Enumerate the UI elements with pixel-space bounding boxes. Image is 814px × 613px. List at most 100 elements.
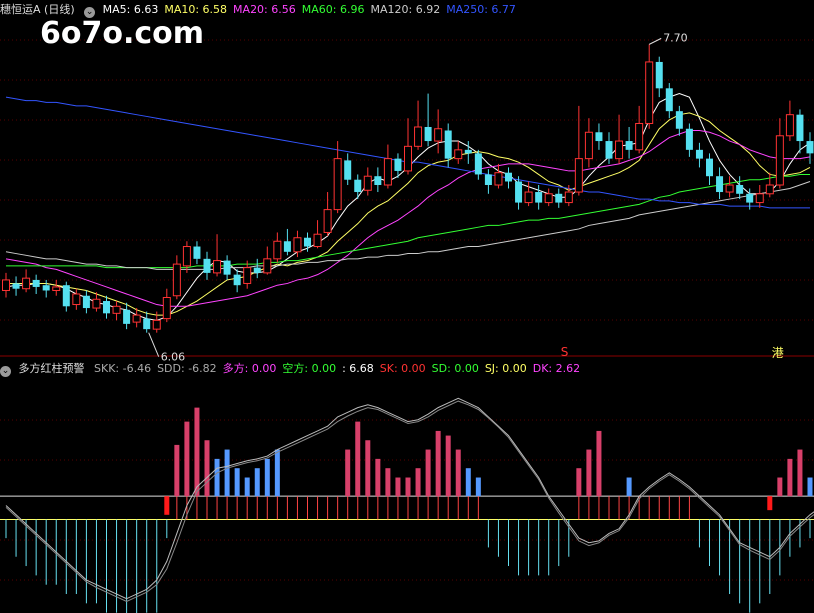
indicator-bar — [435, 430, 441, 497]
candle-body — [162, 297, 171, 320]
indicator-legend-item: DK: 2.62 — [532, 362, 581, 375]
candle-body — [414, 126, 423, 147]
candle-body — [785, 114, 794, 137]
candle-body — [775, 135, 784, 186]
chevron-down-icon[interactable]: ⌄ — [0, 366, 11, 377]
candle-body — [354, 179, 362, 193]
indicator-bar — [254, 468, 260, 497]
ma-legend-item: MA60: 6.96 — [301, 3, 365, 16]
indicator-legend: SKK: -6.46 SDD: -6.82 多方: 0.00 空方: 0.00: 6.… — [94, 362, 586, 375]
indicator-legend-item: SKK: -6.46 — [94, 362, 152, 375]
indicator-bar — [797, 449, 803, 497]
indicator-bar — [767, 496, 773, 511]
low-pointer — [148, 332, 160, 357]
candle-body — [424, 126, 432, 142]
watermark: 6o7o.com — [40, 16, 205, 51]
candle-body — [313, 233, 322, 248]
ma-legend-item: MA10: 6.58 — [164, 3, 228, 16]
candle-body — [363, 175, 372, 191]
candle-body — [464, 149, 472, 154]
indicator-panel — [0, 397, 814, 613]
candle-body — [243, 267, 252, 284]
skk-line — [5, 397, 814, 600]
indicator-bar — [365, 440, 371, 497]
high-pointer — [648, 37, 662, 45]
candle-body — [394, 158, 402, 171]
indicator-bar — [626, 477, 632, 497]
candle-body — [283, 241, 291, 252]
candle-body — [615, 140, 624, 160]
indicator-bar — [375, 458, 381, 497]
signal-marker-hk: 港 — [772, 346, 784, 360]
candle-body — [82, 295, 90, 309]
candle-body — [796, 114, 804, 142]
candle-body — [505, 172, 512, 182]
candle-body — [72, 293, 81, 306]
indicator-legend-item: SK: 0.00 — [379, 362, 426, 375]
indicator-bar — [405, 477, 411, 497]
candle-body — [716, 176, 724, 193]
indicator-legend-item: 空方: 0.00 — [282, 362, 337, 375]
candle-body — [806, 141, 814, 154]
candle-body — [444, 130, 452, 159]
indicator-bar — [345, 449, 351, 497]
candle-body — [635, 122, 644, 151]
candle-body — [736, 185, 744, 194]
kline-chart[interactable]: 7.706.06 S 港 — [0, 0, 814, 613]
candle-body — [143, 318, 151, 330]
indicator-bar — [355, 421, 361, 497]
indicator-bar — [214, 458, 220, 497]
candle-body — [182, 246, 191, 267]
ma-legend-item: MA5: 6.63 — [102, 3, 159, 16]
candle-body — [203, 258, 211, 273]
candle-body — [123, 309, 131, 324]
signal-marker-s: S — [561, 345, 569, 359]
candle-body — [152, 319, 161, 330]
candle-body — [213, 260, 222, 274]
indicator-bar — [807, 477, 813, 497]
candle-body — [273, 240, 282, 260]
candle-body — [675, 111, 683, 129]
candle-body — [404, 145, 412, 172]
indicator-bar — [224, 449, 230, 497]
candle-body — [304, 237, 311, 247]
indicator-bar — [787, 458, 793, 497]
candle-body — [665, 88, 673, 112]
candle-body — [574, 158, 583, 193]
indicator-bar — [395, 477, 401, 497]
indicator-bar — [234, 468, 240, 497]
indicator-bar — [385, 468, 391, 497]
candle-body — [132, 314, 141, 323]
indicator-bar — [164, 496, 170, 515]
candle-body — [92, 298, 101, 309]
candle-body — [625, 141, 633, 150]
ma-legend: MA5: 6.63 MA10: 6.58 MA20: 6.56 MA60: 6.96 M… — [103, 3, 522, 16]
indicator-bar — [174, 444, 180, 497]
candle-body — [765, 184, 774, 195]
indicator-bar — [445, 435, 451, 497]
candle-body — [22, 277, 31, 290]
candle-body — [32, 279, 40, 287]
candle-body — [655, 61, 663, 89]
candle-body — [695, 149, 703, 159]
ma-legend-item: MA250: 6.77 — [446, 3, 516, 16]
indicator-legend-item: SDD: -6.82 — [157, 362, 217, 375]
candle-body — [595, 132, 603, 142]
candle-body — [263, 258, 272, 274]
indicator-bar — [586, 449, 592, 497]
candle-body — [193, 246, 201, 259]
candle-body — [474, 153, 482, 175]
candle-body — [2, 279, 10, 291]
indicator-legend-item: SD: 0.00 — [431, 362, 479, 375]
candle-body — [223, 260, 231, 275]
indicator-legend-item: : 6.68 — [342, 362, 374, 375]
ma-legend-item: MA120: 6.92 — [370, 3, 441, 16]
candle-body — [515, 181, 523, 203]
indicator-bar — [596, 430, 602, 497]
candle-body — [344, 160, 352, 180]
candle-body — [62, 285, 70, 307]
high-price-label: 7.70 — [663, 31, 688, 44]
candle-body — [253, 267, 261, 273]
candle-body — [103, 301, 110, 314]
candle-body — [685, 128, 693, 150]
